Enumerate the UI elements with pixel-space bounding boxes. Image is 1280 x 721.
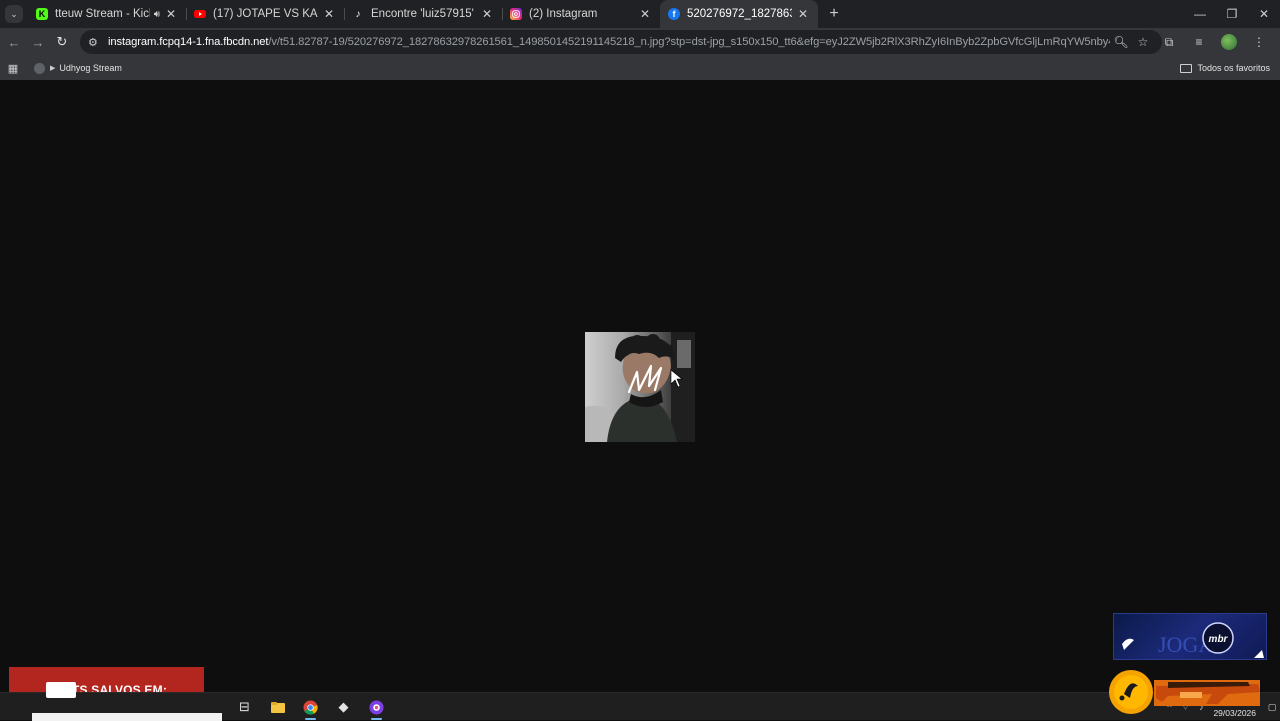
task-view-icon[interactable]: ⊟	[228, 693, 261, 721]
restore-icon[interactable]: ❐	[1216, 0, 1248, 28]
new-tab-button[interactable]: +	[822, 5, 846, 23]
menu-kebab-icon[interactable]: ⋮	[1244, 35, 1274, 49]
minimize-icon[interactable]: —	[1184, 0, 1216, 28]
speaker-icon[interactable]: 🔊︎	[154, 9, 160, 20]
gun-overlay-graphic	[1108, 668, 1263, 716]
tab-title: 520276972_18278632978261561	[687, 8, 792, 20]
overlay-bar	[45, 681, 76, 698]
close-tab-icon[interactable]: ✕	[164, 7, 178, 21]
tab-title: (17) JOTAPÊ VS KANT | #FMSBR	[213, 8, 318, 20]
facebook-icon: f	[668, 8, 680, 20]
url-path: /v/t51.82787-19/520276972_18278632978261…	[268, 36, 1110, 48]
all-bookmarks-label: Todos os favoritos	[1197, 63, 1270, 73]
bookmark-star-icon[interactable]: ☆	[1132, 35, 1154, 49]
globe-icon	[34, 62, 45, 74]
instagram-icon	[510, 8, 522, 20]
bookmark-item[interactable]: ▶ Udhyog Stream	[34, 62, 122, 74]
profile-avatar[interactable]	[1214, 34, 1244, 50]
apps-grid-icon[interactable]: ▦	[0, 62, 26, 75]
tab-kick[interactable]: K tteuw Stream - Kick Dashbo 🔊︎ ✕	[28, 0, 186, 28]
tab-tiktok[interactable]: ♪ Encontre 'luiz57915' no TikTok ✕	[344, 0, 502, 28]
play-triangle-icon: ▶	[50, 65, 56, 72]
address-url[interactable]: instagram.fcpq14-1.fna.fbcdn.net/v/t51.8…	[108, 36, 1110, 48]
url-host: instagram.fcpq14-1.fna.fbcdn.net	[108, 36, 269, 48]
notification-icon[interactable]: ▢	[1264, 702, 1280, 713]
folder-icon	[1180, 63, 1193, 73]
chrome-icon[interactable]	[294, 693, 327, 721]
tab-title: tteuw Stream - Kick Dashbo	[55, 8, 150, 20]
close-tab-icon[interactable]: ✕	[796, 7, 810, 21]
windows-taskbar: ⊟ ◆ ^ ⌔ ♪ 29/03/2026 ▢	[0, 692, 1280, 721]
toolbar-right: ⧉ ≡ ⋮	[1154, 30, 1274, 54]
chevron-down-icon: ⌄	[5, 5, 23, 23]
profile-photo-image[interactable]	[585, 332, 695, 442]
tab-instagram[interactable]: (2) Instagram ✕	[502, 0, 660, 28]
tiktok-icon: ♪	[355, 8, 361, 20]
window-controls: — ❐ ✕	[1184, 0, 1280, 28]
close-window-icon[interactable]: ✕	[1248, 0, 1280, 28]
tab-title: Encontre 'luiz57915' no TikTok	[371, 8, 476, 20]
browser-toolbar: ← → ↻ ⚙︎ instagram.fcpq14-1.fna.fbcdn.ne…	[0, 28, 1280, 56]
page-viewport	[0, 80, 1280, 692]
file-explorer-icon[interactable]	[261, 693, 294, 721]
close-tab-icon[interactable]: ✕	[480, 7, 494, 21]
back-icon[interactable]: ←	[2, 30, 26, 54]
logo-badge: mbr	[1209, 634, 1229, 645]
diamond-app-icon[interactable]: ◆	[327, 693, 360, 721]
zoom-icon[interactable]: 🔍︎	[1110, 35, 1132, 49]
site-info-icon[interactable]: ⚙︎	[88, 36, 104, 49]
tab-youtube[interactable]: (17) JOTAPÊ VS KANT | #FMSBR ✕	[186, 0, 344, 28]
bookmark-label: Udhyog Stream	[59, 63, 122, 73]
avatar	[1221, 34, 1237, 50]
tab-strip: ⌄ K tteuw Stream - Kick Dashbo 🔊︎ ✕ (17)…	[0, 0, 1280, 28]
kick-icon: K	[36, 8, 48, 20]
reload-icon[interactable]: ↻	[50, 30, 74, 54]
address-bar[interactable]: ⚙︎ instagram.fcpq14-1.fna.fbcdn.net/v/t5…	[80, 30, 1162, 54]
tab-search-button[interactable]: ⌄	[0, 0, 28, 28]
stream-logo-overlay: JOGA mbr	[1113, 613, 1267, 660]
taskbar-apps: ⊟ ◆	[228, 693, 393, 721]
bookmarks-bar: ▦ ▶ Udhyog Stream Todos os favoritos	[0, 56, 1280, 80]
media-controls-icon[interactable]: ≡	[1184, 35, 1214, 49]
all-bookmarks[interactable]: Todos os favoritos	[1180, 56, 1270, 80]
streaming-app-icon[interactable]	[360, 693, 393, 721]
close-tab-icon[interactable]: ✕	[322, 7, 336, 21]
forward-icon[interactable]: →	[26, 30, 50, 54]
extensions-icon[interactable]: ⧉	[1154, 35, 1184, 50]
close-tab-icon[interactable]: ✕	[638, 7, 652, 21]
youtube-icon	[194, 8, 206, 20]
tab-image-active[interactable]: f 520276972_18278632978261561 ✕	[660, 0, 818, 28]
tab-title: (2) Instagram	[529, 8, 598, 20]
